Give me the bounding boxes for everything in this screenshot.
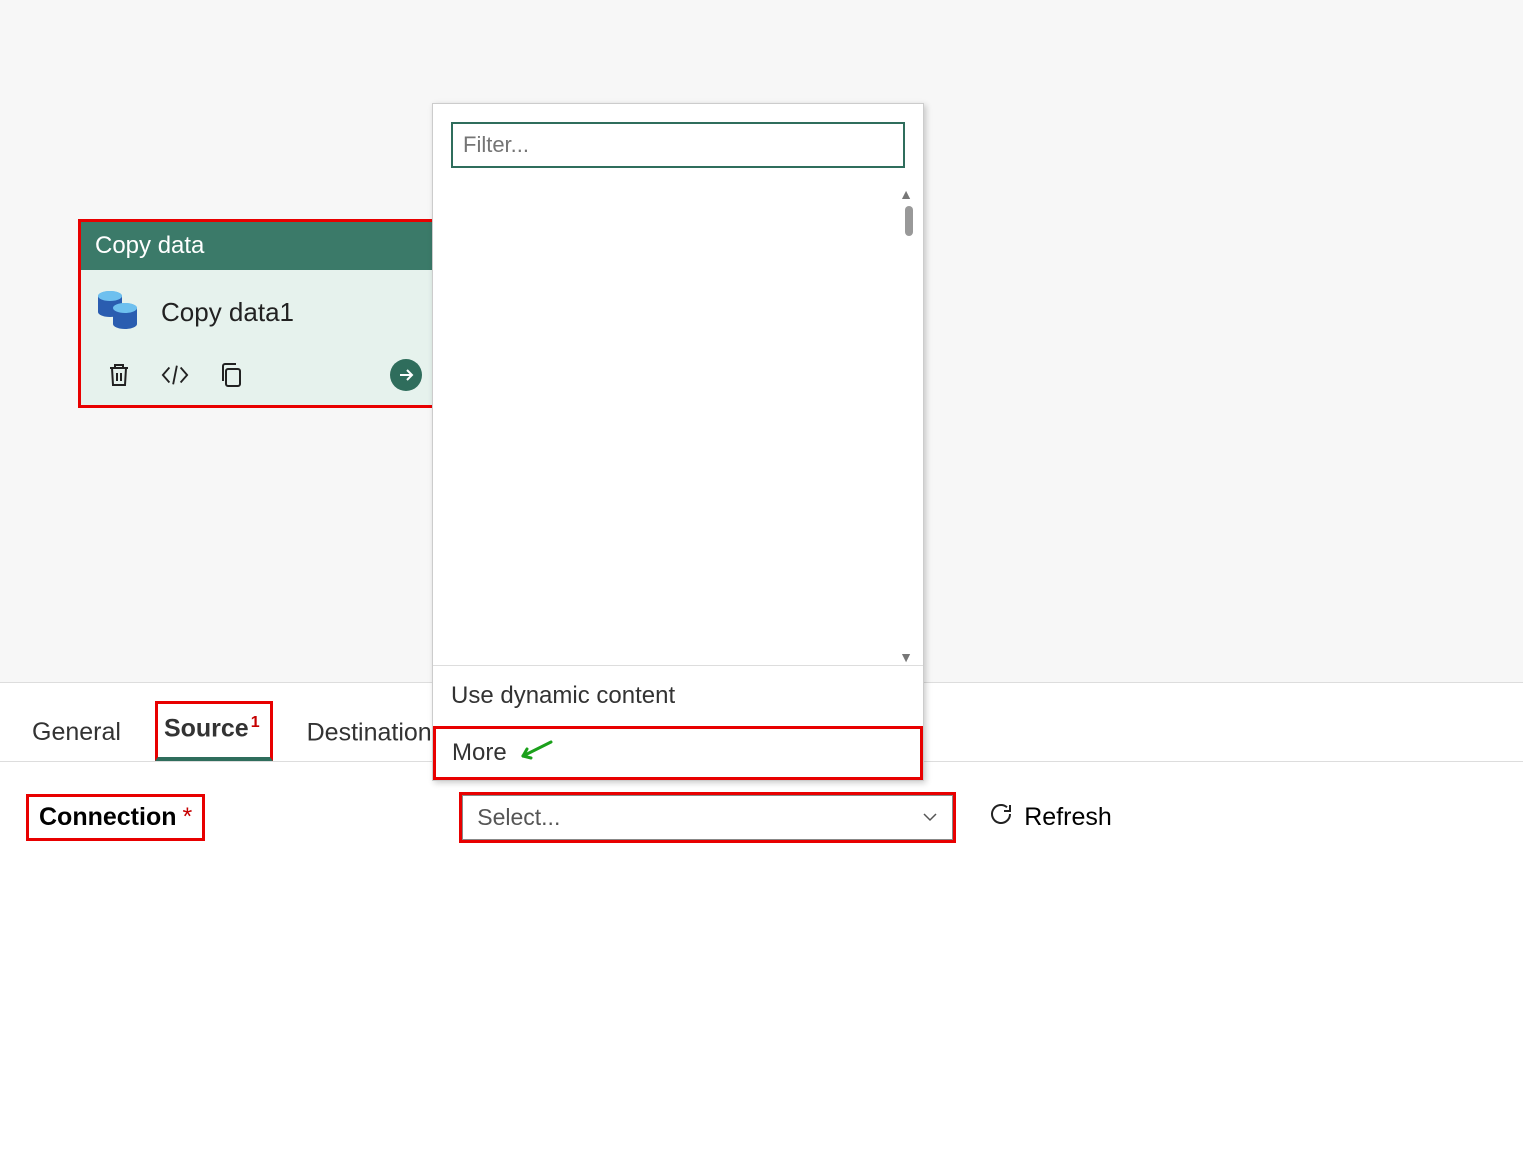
activity-header: Copy data (81, 222, 436, 270)
code-icon[interactable] (161, 361, 189, 389)
connection-select[interactable]: Select... (462, 795, 953, 840)
green-arrow-icon (519, 739, 553, 767)
dropdown-footer: Use dynamic content More (433, 665, 923, 780)
tab-source-label: Source (164, 714, 249, 742)
more-label: More (452, 739, 507, 767)
refresh-icon (988, 801, 1014, 834)
pipeline-canvas: Copy data Copy data1 (0, 0, 1523, 683)
trash-icon[interactable] (105, 361, 133, 389)
refresh-button[interactable]: Refresh (988, 801, 1112, 834)
copy-icon[interactable] (217, 361, 245, 389)
refresh-label: Refresh (1024, 803, 1112, 832)
database-icon (95, 286, 141, 339)
required-star: * (183, 803, 193, 831)
tab-general[interactable]: General (26, 708, 127, 761)
connection-dropdown-popup: ▲ ▼ Use dynamic content More (432, 103, 924, 781)
activity-name[interactable]: Copy data1 (161, 297, 294, 328)
connection-label: Connection* (26, 794, 205, 841)
use-dynamic-content-item[interactable]: Use dynamic content (433, 666, 923, 726)
filter-input[interactable] (451, 122, 905, 168)
connection-select-placeholder: Select... (477, 804, 560, 831)
scroll-down-icon[interactable]: ▼ (899, 649, 913, 665)
connection-select-highlight: Select... (459, 792, 956, 843)
activity-toolbar (81, 349, 436, 405)
scrollbar-thumb[interactable] (905, 206, 913, 236)
run-arrow-button[interactable] (390, 359, 422, 391)
tab-destination[interactable]: Destination1 (301, 708, 449, 761)
tab-source[interactable]: Source1 (155, 701, 273, 761)
chevron-down-icon (922, 809, 938, 827)
dropdown-list[interactable]: ▲ ▼ (433, 186, 923, 665)
activity-body: Copy data1 (81, 270, 436, 349)
filter-wrap (433, 104, 923, 186)
tab-destination-label: Destination (307, 718, 432, 746)
scroll-up-icon[interactable]: ▲ (899, 186, 913, 202)
copy-data-activity[interactable]: Copy data Copy data1 (78, 219, 439, 408)
more-item[interactable]: More (433, 726, 923, 780)
tab-source-badge: 1 (251, 714, 260, 731)
connection-label-text: Connection (39, 803, 177, 831)
